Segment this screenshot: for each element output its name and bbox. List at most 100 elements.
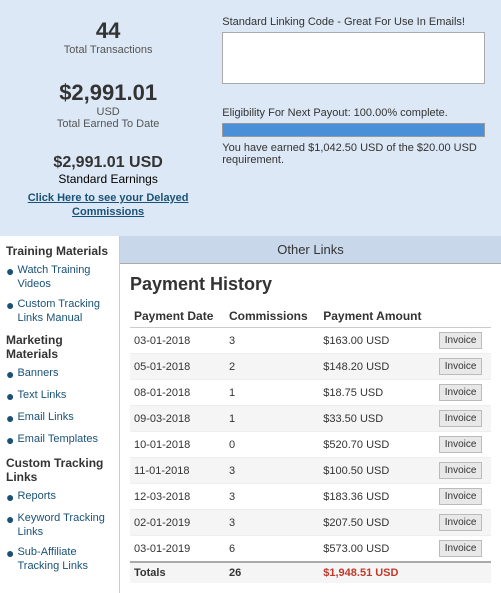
cell-commissions: 3 xyxy=(225,510,319,536)
total-transactions-value: 44 xyxy=(18,18,198,44)
table-row: 08-01-2018 1 $18.75 USD Invoice xyxy=(130,380,491,406)
cell-amount: $33.50 USD xyxy=(319,406,435,432)
custom-tracking-manual-link[interactable]: Custom Tracking Links Manual xyxy=(17,297,113,326)
cell-invoice: Invoice xyxy=(435,354,491,380)
total-transactions-box: 44 Total Transactions xyxy=(10,10,206,64)
cell-amount: $520.70 USD xyxy=(319,432,435,458)
total-earned-label: Total Earned To Date xyxy=(18,118,198,130)
payment-history: Payment History Payment Date Commissions… xyxy=(120,264,501,593)
bullet-icon: ● xyxy=(6,489,14,506)
cell-invoice: Invoice xyxy=(435,328,491,354)
sidebar-training-title: Training Materials xyxy=(6,244,113,258)
reports-link[interactable]: Reports xyxy=(17,489,56,503)
linking-code-title: Standard Linking Code - Great For Use In… xyxy=(222,16,485,28)
cell-date: 03-01-2019 xyxy=(130,536,225,563)
watch-training-link[interactable]: Watch Training Videos xyxy=(17,263,113,292)
cell-commissions: 2 xyxy=(225,354,319,380)
main-layout: Training Materials ● Watch Training Vide… xyxy=(0,236,501,593)
table-row: 03-01-2018 3 $163.00 USD Invoice xyxy=(130,328,491,354)
eligibility-title: Eligibility For Next Payout: 100.00% com… xyxy=(222,107,485,119)
invoice-button[interactable]: Invoice xyxy=(439,332,483,349)
top-section: 44 Total Transactions $2,991.01 USD Tota… xyxy=(0,0,501,236)
totals-amount: $1,948.51 USD xyxy=(319,562,435,583)
cell-invoice: Invoice xyxy=(435,484,491,510)
standard-earnings-value: $2,991.01 USD xyxy=(18,154,198,172)
stats-left: 44 Total Transactions $2,991.01 USD Tota… xyxy=(10,10,206,226)
content-area: Other Links Payment History Payment Date… xyxy=(120,236,501,593)
sidebar: Training Materials ● Watch Training Vide… xyxy=(0,236,120,593)
invoice-button[interactable]: Invoice xyxy=(439,540,483,557)
sidebar-item-watch-training[interactable]: ● Watch Training Videos xyxy=(6,263,113,292)
cell-commissions: 3 xyxy=(225,328,319,354)
sidebar-marketing-title: Marketing Materials xyxy=(6,333,113,361)
invoice-button[interactable]: Invoice xyxy=(439,462,483,479)
sidebar-item-keyword-tracking[interactable]: ● Keyword Tracking Links xyxy=(6,511,113,540)
cell-date: 11-01-2018 xyxy=(130,458,225,484)
sidebar-item-banners[interactable]: ● Banners xyxy=(6,366,113,383)
total-earned-value: $2,991.01 xyxy=(18,80,198,106)
other-links-bar: Other Links xyxy=(120,236,501,264)
cell-invoice: Invoice xyxy=(435,536,491,563)
cell-date: 12-03-2018 xyxy=(130,484,225,510)
invoice-button[interactable]: Invoice xyxy=(439,410,483,427)
bullet-icon: ● xyxy=(6,511,14,528)
bullet-icon: ● xyxy=(6,410,14,427)
cell-commissions: 3 xyxy=(225,458,319,484)
total-earned-currency: USD xyxy=(18,106,198,118)
banners-link[interactable]: Banners xyxy=(17,366,58,380)
sidebar-custom-title: Custom Tracking Links xyxy=(6,456,113,484)
cell-commissions: 0 xyxy=(225,432,319,458)
cell-date: 10-01-2018 xyxy=(130,432,225,458)
eligibility-box: Eligibility For Next Payout: 100.00% com… xyxy=(216,101,491,172)
table-row: 05-01-2018 2 $148.20 USD Invoice xyxy=(130,354,491,380)
cell-invoice: Invoice xyxy=(435,432,491,458)
bullet-icon: ● xyxy=(6,366,14,383)
progress-bar xyxy=(222,123,485,137)
bullet-icon: ● xyxy=(6,545,14,562)
invoice-button[interactable]: Invoice xyxy=(439,436,483,453)
sidebar-item-text-links[interactable]: ● Text Links xyxy=(6,388,113,405)
standard-earnings-label: Standard Earnings xyxy=(18,172,198,186)
cell-invoice: Invoice xyxy=(435,380,491,406)
cell-amount: $148.20 USD xyxy=(319,354,435,380)
sidebar-item-custom-tracking-manual[interactable]: ● Custom Tracking Links Manual xyxy=(6,297,113,326)
sidebar-item-reports[interactable]: ● Reports xyxy=(6,489,113,506)
cell-commissions: 1 xyxy=(225,406,319,432)
sidebar-item-email-templates[interactable]: ● Email Templates xyxy=(6,432,113,449)
invoice-button[interactable]: Invoice xyxy=(439,488,483,505)
stats-right: Standard Linking Code - Great For Use In… xyxy=(216,10,491,226)
text-links-link[interactable]: Text Links xyxy=(17,388,66,402)
invoice-button[interactable]: Invoice xyxy=(439,514,483,531)
invoice-button[interactable]: Invoice xyxy=(439,384,483,401)
email-links-link[interactable]: Email Links xyxy=(17,410,73,424)
cell-date: 08-01-2018 xyxy=(130,380,225,406)
table-header-row: Payment Date Commissions Payment Amount xyxy=(130,305,491,328)
totals-commissions: 26 xyxy=(225,562,319,583)
totals-invoice-empty xyxy=(435,562,491,583)
delayed-commissions-link[interactable]: Click Here to see your Delayed Commissio… xyxy=(28,192,189,218)
cell-amount: $100.50 USD xyxy=(319,458,435,484)
cell-date: 09-03-2018 xyxy=(130,406,225,432)
cell-amount: $163.00 USD xyxy=(319,328,435,354)
cell-date: 03-01-2018 xyxy=(130,328,225,354)
email-templates-link[interactable]: Email Templates xyxy=(17,432,98,446)
cell-invoice: Invoice xyxy=(435,510,491,536)
sidebar-item-email-links[interactable]: ● Email Links xyxy=(6,410,113,427)
table-row: 12-03-2018 3 $183.36 USD Invoice xyxy=(130,484,491,510)
sidebar-item-sub-affiliate[interactable]: ● Sub-Affiliate Tracking Links xyxy=(6,545,113,574)
table-row: 02-01-2019 3 $207.50 USD Invoice xyxy=(130,510,491,536)
linking-code-textarea[interactable] xyxy=(222,32,485,84)
table-row: 09-03-2018 1 $33.50 USD Invoice xyxy=(130,406,491,432)
cell-invoice: Invoice xyxy=(435,458,491,484)
cell-commissions: 1 xyxy=(225,380,319,406)
payment-table: Payment Date Commissions Payment Amount … xyxy=(130,305,491,583)
invoice-button[interactable]: Invoice xyxy=(439,358,483,375)
cell-date: 02-01-2019 xyxy=(130,510,225,536)
cell-amount: $573.00 USD xyxy=(319,536,435,563)
bullet-icon: ● xyxy=(6,297,14,314)
sub-affiliate-link[interactable]: Sub-Affiliate Tracking Links xyxy=(17,545,113,574)
bullet-icon: ● xyxy=(6,388,14,405)
totals-row: Totals 26 $1,948.51 USD xyxy=(130,562,491,583)
cell-amount: $18.75 USD xyxy=(319,380,435,406)
keyword-tracking-link[interactable]: Keyword Tracking Links xyxy=(17,511,113,540)
